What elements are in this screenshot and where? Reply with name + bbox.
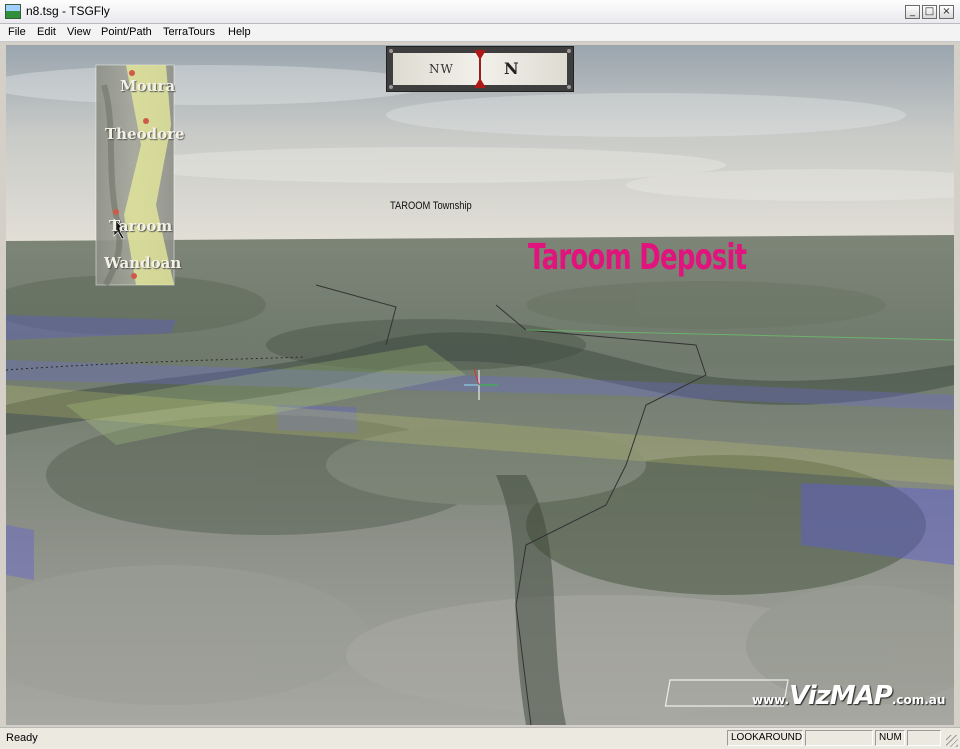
app-icon [5, 4, 21, 19]
title-bar[interactable]: n8.tsg - TSGFly _ □ × [0, 0, 960, 24]
minimize-icon: _ [910, 6, 915, 17]
overlay-blue-edge [6, 525, 34, 580]
compass[interactable]: NW N [386, 46, 574, 92]
window-title: n8.tsg - TSGFly [26, 4, 110, 18]
status-bar: Ready LOOKAROUND NUM [0, 727, 960, 749]
menu-terratours[interactable]: TerraTours [163, 26, 215, 38]
deposit-label: Taroom Deposit [528, 237, 747, 278]
compass-heading-n: N [504, 59, 519, 78]
status-empty-panel [805, 730, 873, 746]
resize-grip-icon[interactable] [946, 735, 958, 747]
watermark-main: VizMAP [789, 681, 893, 711]
menu-file[interactable]: File [8, 26, 26, 38]
minimap-town-theodore: Theodore [105, 125, 185, 143]
menu-view[interactable]: View [67, 26, 91, 38]
status-mode: LOOKAROUND [731, 732, 803, 743]
compass-screw-icon [389, 49, 393, 53]
compass-screw-icon [567, 49, 571, 53]
minimap-town-wandoan: Wandoan [104, 254, 182, 272]
close-icon: × [942, 6, 951, 17]
status-num: NUM [879, 732, 902, 743]
minimap-town-moura: Moura [120, 77, 176, 95]
status-text: Ready [6, 732, 38, 744]
compass-screw-icon [567, 85, 571, 89]
close-button[interactable]: × [939, 5, 954, 19]
terrain-viewport[interactable]: Moura Theodore Taroom Wandoan NW N TAROO… [6, 45, 954, 725]
status-mode-panel: LOOKAROUND [727, 730, 803, 746]
watermark-suffix: .com.au [891, 693, 946, 707]
status-empty-panel-2 [907, 730, 941, 746]
minimap-town-taroom: Taroom [109, 217, 173, 235]
maximize-button[interactable]: □ [922, 5, 937, 19]
watermark-prefix: www. [752, 693, 790, 707]
compass-marker-bottom-icon [474, 78, 486, 88]
compass-heading-nw: NW [429, 62, 454, 76]
menu-help[interactable]: Help [228, 26, 251, 38]
menu-bar: File Edit View Point/Path TerraTours Hel… [0, 24, 960, 42]
terrain-scene [6, 45, 954, 725]
minimap[interactable] [95, 64, 175, 287]
compass-marker-top-icon [474, 50, 486, 60]
maximize-icon: □ [924, 6, 935, 17]
menu-edit[interactable]: Edit [37, 26, 56, 38]
vizmap-watermark: www.VizMAP.com.au [752, 681, 945, 711]
township-label: TAROOM Township [390, 200, 472, 212]
status-num-panel: NUM [875, 730, 905, 746]
compass-screw-icon [389, 85, 393, 89]
menu-point-path[interactable]: Point/Path [101, 26, 152, 38]
minimize-button[interactable]: _ [905, 5, 920, 19]
